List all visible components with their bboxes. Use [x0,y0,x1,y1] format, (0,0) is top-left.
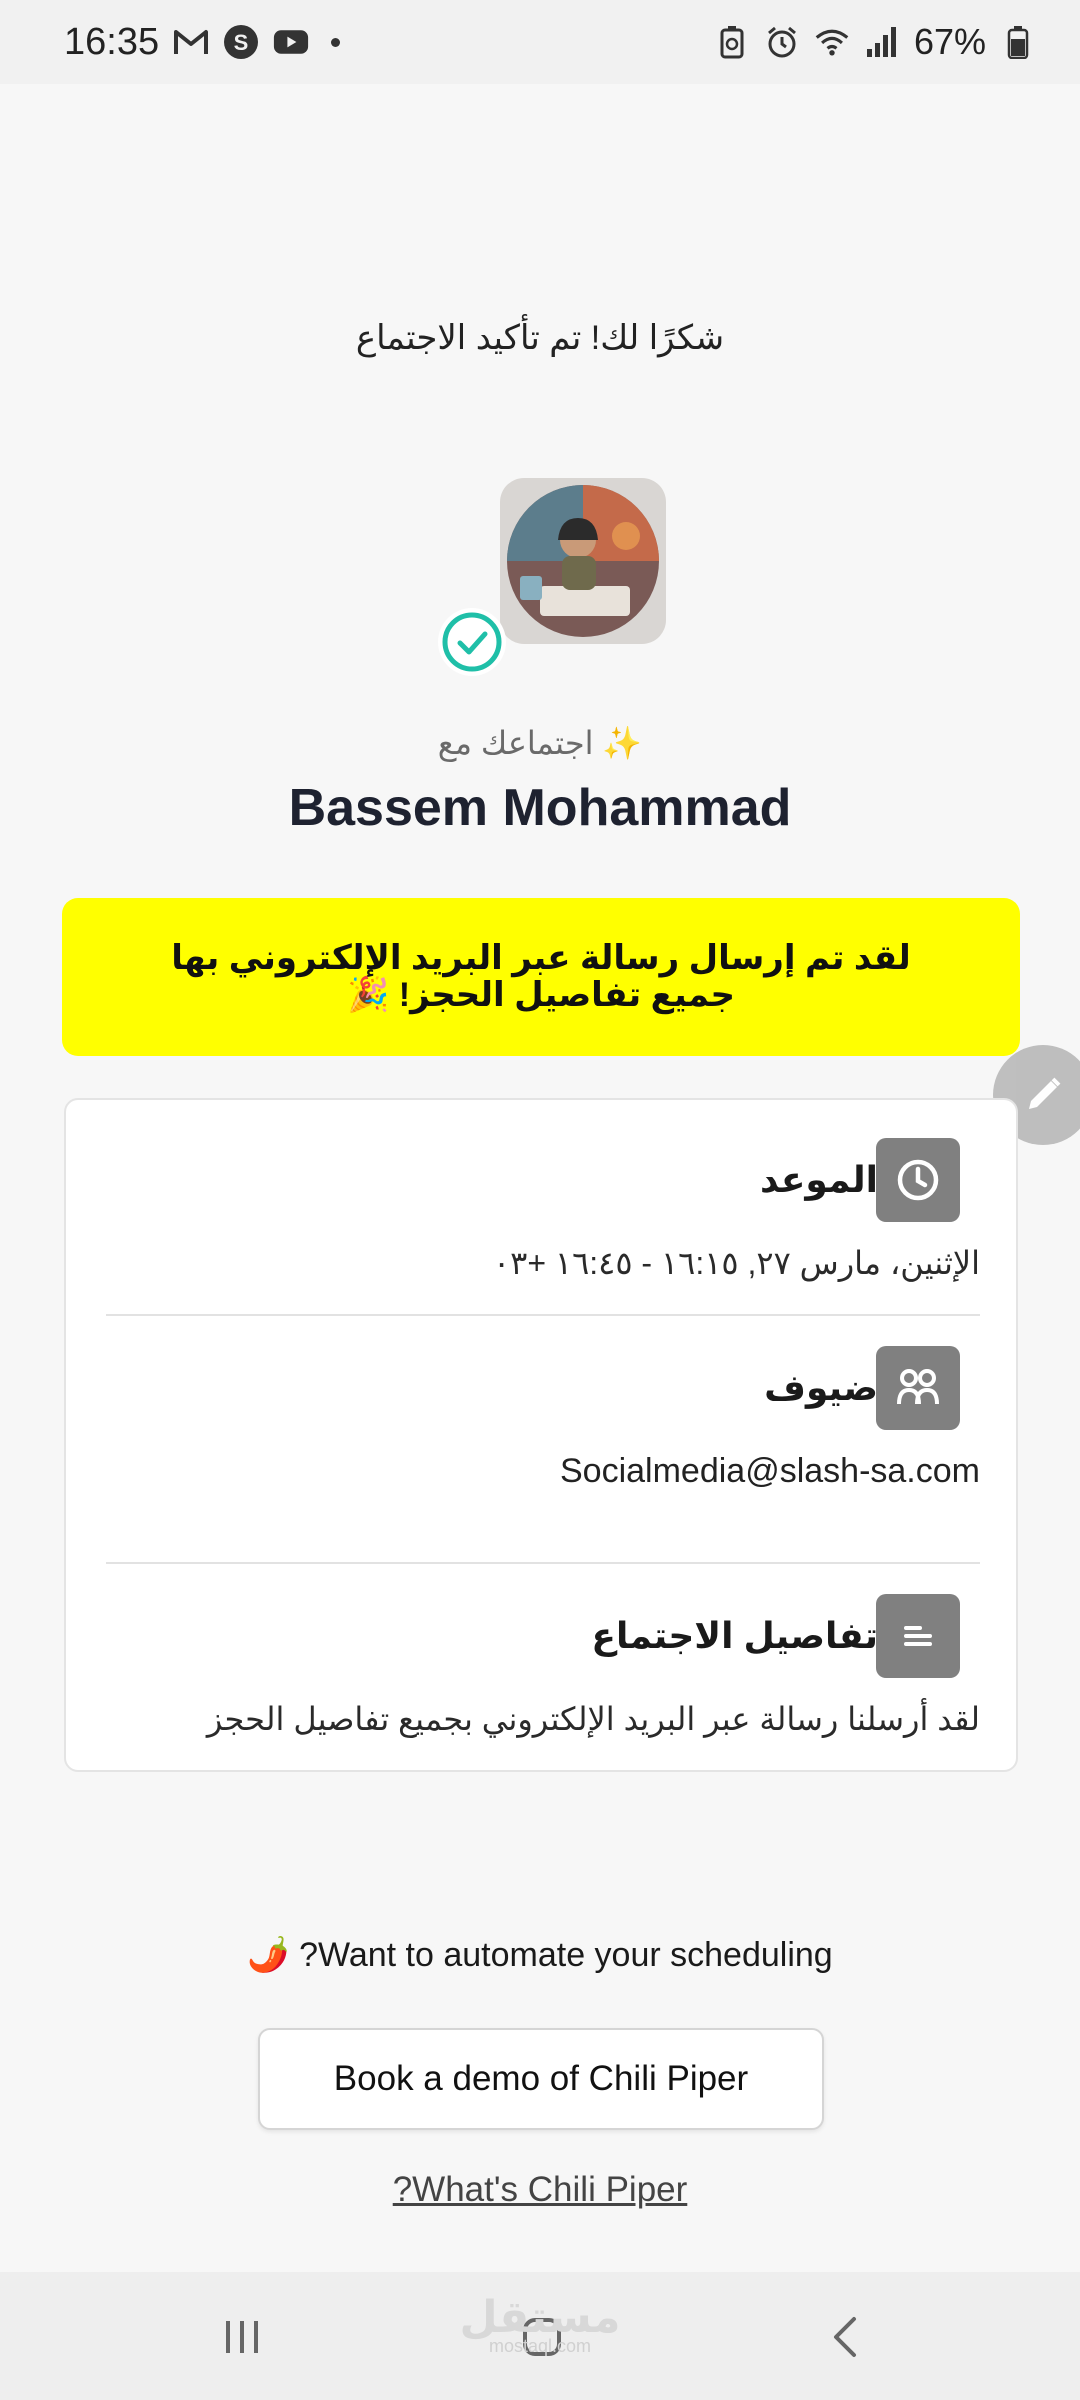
s-app-icon: S [223,24,259,60]
youtube-icon [273,24,309,60]
guests-section: ضيوف Socialmedia@slash-sa.com [106,1346,980,1491]
details-value: لقد أرسلنا رسالة عبر البريد الإلكتروني ب… [206,1701,980,1737]
dot-icon [331,37,341,47]
confirmed-check-icon [438,608,506,676]
host-name: Bassem Mohammad [288,779,792,837]
pencil-icon [1029,1077,1061,1109]
host-avatar [500,478,666,644]
guests-section-title: ضيوف [764,1367,878,1408]
confirmation-message: شكرًا لك! تم تأكيد الاجتماع [355,319,725,357]
watermark-url: mostaql.com [488,2336,592,2356]
banner-text: لقد تم إرسال رسالة عبر البريد الإلكتروني… [171,939,911,1014]
battery-saver-icon [714,24,750,60]
alarm-icon [764,24,800,60]
meeting-details-card: الموعد الإثنين، مارس ٢٧, ١٦:١٥ - ١٦:٤٥ +… [64,1098,1018,1772]
signal-icon [864,24,900,60]
automate-text: ?Want to automate your scheduling [299,1936,833,1974]
details-section-title: تفاصيل الاجتماع [591,1615,878,1656]
automate-prompt: 🌶️ ?Want to automate your scheduling [0,1935,1080,1975]
status-bar: 16:35 S 67% [0,0,1080,84]
meeting-time-value: الإثنين، مارس ٢٧, ١٦:١٥ - ١٦:٤٥ +٠٣ [492,1245,980,1281]
time-section-header: الموعد [106,1138,980,1222]
guests-icon [876,1346,960,1430]
chili-emoji: 🌶️ [247,1936,290,1974]
battery-icon [1000,24,1036,60]
book-demo-button[interactable]: Book a demo of Chili Piper [258,2028,824,2130]
guest-email: Socialmedia@slash-sa.com [559,1452,980,1490]
guests-section-header: ضيوف [106,1346,980,1430]
status-right: 67% [714,21,1036,63]
time-section-title: الموعد [760,1159,878,1200]
avatar-image [500,478,666,644]
battery-percent: 67% [913,21,986,62]
details-section-header: تفاصيل الاجتماع [106,1594,980,1678]
whats-chili-piper-link[interactable]: ?What's Chili Piper [0,2170,1080,2210]
time-section: الموعد الإثنين، مارس ٢٧, ١٦:١٥ - ١٦:٤٥ +… [106,1138,980,1282]
svg-text:S: S [234,30,249,55]
details-section: تفاصيل الاجتماع لقد أرسلنا رسالة عبر الب… [106,1594,980,1738]
meeting-with-label: ✨ اجتماعك مع [437,725,643,761]
notes-icon [876,1594,960,1678]
status-time: 16:35 [64,20,160,63]
wifi-icon [814,24,850,60]
status-left: 16:35 S [64,20,341,64]
clock-icon [876,1138,960,1222]
email-sent-banner: لقد تم إرسال رسالة عبر البريد الإلكتروني… [62,898,1020,1056]
gmail-icon [173,24,209,60]
divider [106,1314,980,1316]
divider [106,1562,980,1564]
